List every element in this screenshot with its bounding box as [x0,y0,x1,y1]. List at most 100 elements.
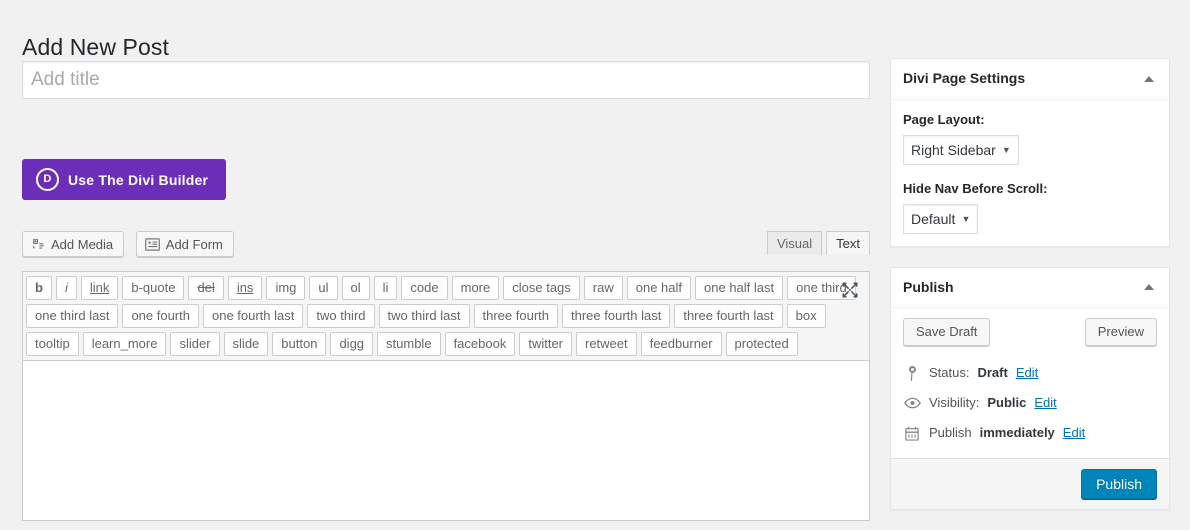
quicktag-button[interactable]: del [188,276,224,300]
add-form-button[interactable]: Add Form [135,231,234,257]
divi-page-settings-body: Page Layout: Right Sidebar ▼ Hide Nav Be… [891,100,1169,246]
quicktag-button[interactable]: three fourth last [674,304,783,328]
save-draft-button[interactable]: Save Draft [903,318,991,347]
visibility-row: Visibility: Public Edit [903,388,1157,418]
quicktag-button[interactable]: ul [309,276,338,300]
main-editor-column: D Use The Divi Builder Add Media [22,61,870,521]
quicktag-button[interactable]: ol [341,276,370,300]
quicktag-button[interactable]: stumble [377,332,441,356]
status-row: Status: Draft Edit [903,358,1157,388]
tab-text[interactable]: Text [826,231,870,255]
post-content-textarea[interactable] [22,361,870,521]
page-layout-label: Page Layout: [903,111,985,127]
quicktag-button[interactable]: ins [227,276,263,300]
divi-logo-icon: D [36,168,59,191]
status-value: Draft [977,365,1008,381]
quicktag-button[interactable]: protected [725,332,798,356]
quicktags-row-3: tooltip learn_more slider slide button digg st… [26,332,865,356]
status-edit-link[interactable]: Edit [1016,364,1038,382]
preview-button[interactable]: Preview [1084,318,1157,347]
quicktag-button[interactable]: code [401,276,448,300]
quicktag-button[interactable]: slide [223,332,269,356]
chevron-up-icon[interactable] [1139,277,1159,297]
quicktag-button[interactable]: one fourth last [202,304,304,328]
chevron-down-icon: ▼ [1001,144,1011,155]
quicktag-button[interactable]: li [373,276,398,300]
quicktag-button[interactable]: slider [170,332,220,356]
quicktag-button[interactable]: twitter [519,332,572,356]
quicktag-button[interactable]: one half [626,276,692,300]
page-title: Add New Post [22,34,169,61]
divi-page-settings-title: Divi Page Settings [903,70,1026,86]
add-media-label: Add Media [51,236,114,252]
quicktag-button[interactable]: two third [307,304,375,328]
schedule-row: Publish immediately Edit [903,418,1157,448]
visibility-value: Public [987,395,1027,411]
post-title-input[interactable] [22,61,870,99]
quicktag-button[interactable]: one third last [26,304,119,328]
pin-icon [903,365,921,381]
quicktag-button[interactable]: img [266,276,306,300]
quicktag-button[interactable]: tooltip [26,332,79,356]
quicktag-button[interactable]: i [55,276,77,300]
hide-nav-select[interactable]: Default ▼ [903,203,979,234]
add-form-label: Add Form [165,236,223,252]
status-prefix: Status: [929,365,970,381]
divi-page-settings-panel: Divi Page Settings Page Layout: Right Si… [890,58,1170,247]
form-icon [144,237,160,251]
quicktag-button[interactable]: digg [330,332,374,356]
quicktag-button[interactable]: box [786,304,826,328]
quicktag-button[interactable]: b-quote [122,276,185,300]
publish-panel: Publish Save Draft Preview Status: Draft… [890,266,1170,511]
quicktag-button[interactable]: three fourth last [562,304,671,328]
editor-mode-tabs: Visual Text [766,231,870,255]
quicktag-button[interactable]: raw [583,276,623,300]
quicktag-button[interactable]: one half last [695,276,784,300]
visibility-prefix: Visibility: [929,395,980,411]
quicktag-button[interactable]: link [80,276,119,300]
misc-publishing-actions: Status: Draft Edit Visibility: Public Ed… [891,356,1169,458]
quicktags-toolbar: b i link b-quote del ins img ul ol li code more clos… [22,271,870,361]
fullscreen-expand-icon[interactable] [841,281,859,299]
media-icon [31,237,45,251]
eye-icon [903,397,921,409]
quicktag-button[interactable]: feedburner [640,332,722,356]
page-layout-value: Right Sidebar [911,141,996,158]
divi-builder-label: Use The Divi Builder [68,171,209,188]
tab-visual[interactable]: Visual [766,231,823,255]
publish-button[interactable]: Publish [1081,469,1157,500]
quicktag-button[interactable]: close tags [503,276,580,300]
publish-panel-title: Publish [903,278,954,295]
calendar-icon [903,426,921,441]
divi-page-settings-header: Divi Page Settings [891,59,1169,100]
schedule-prefix: Publish [929,425,972,441]
chevron-up-icon[interactable] [1139,69,1159,89]
quicktag-button[interactable]: facebook [444,332,516,356]
use-the-divi-builder-button[interactable]: D Use The Divi Builder [22,159,227,200]
page-layout-select[interactable]: Right Sidebar ▼ [903,134,1019,165]
quicktags-row-2: one third last one fourth one fourth last t… [26,304,865,328]
add-media-button[interactable]: Add Media [22,231,125,257]
quicktag-button[interactable]: more [451,276,500,300]
quicktag-button[interactable]: two third last [378,304,470,328]
publishing-action-row: Publish [891,458,1169,510]
media-buttons-row: Add Media Add Form Visual Text [22,231,870,271]
quicktag-button[interactable]: retweet [576,332,637,356]
schedule-edit-link[interactable]: Edit [1063,424,1085,442]
schedule-value: immediately [979,425,1055,441]
editor-wrapper: Add Media Add Form Visual Text b i link … [22,231,870,521]
sidebar: Divi Page Settings Page Layout: Right Si… [890,58,1170,530]
hide-nav-label: Hide Nav Before Scroll: [903,180,1048,196]
quicktag-button[interactable]: three fourth [473,304,558,328]
quicktag-button[interactable]: learn_more [82,332,167,356]
admin-page: Add New Post D Use The Divi Builder [0,0,1190,521]
hide-nav-value: Default [911,210,956,227]
quicktag-button[interactable]: button [272,332,327,356]
chevron-down-icon: ▼ [961,213,971,224]
visibility-edit-link[interactable]: Edit [1034,394,1056,412]
publish-panel-header: Publish [891,268,1169,309]
quicktags-row-1: b i link b-quote del ins img ul ol li code more clos… [26,276,865,300]
publish-actions-row: Save Draft Preview [891,308,1169,356]
quicktag-button[interactable]: b [26,276,52,300]
quicktag-button[interactable]: one fourth [122,304,199,328]
